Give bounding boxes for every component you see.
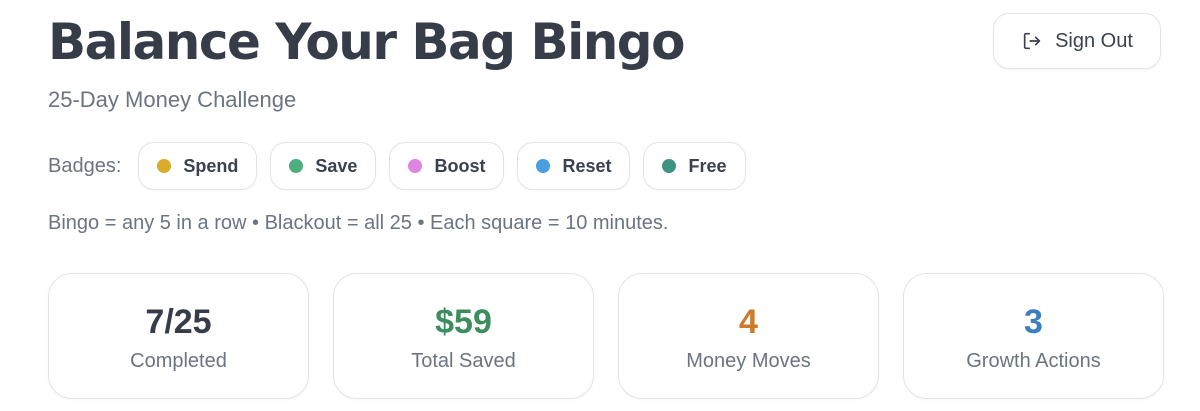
stat-card-money-moves: 4 Money Moves bbox=[618, 273, 879, 399]
badge-label: Reset bbox=[562, 155, 612, 176]
badge-label: Boost bbox=[434, 155, 486, 176]
badge-save[interactable]: Save bbox=[270, 142, 377, 190]
stat-label: Completed bbox=[130, 350, 227, 372]
stat-value: 3 bbox=[1024, 303, 1043, 341]
sign-out-button[interactable]: Sign Out bbox=[993, 13, 1161, 69]
badge-reset[interactable]: Reset bbox=[517, 142, 631, 190]
badge-list: Spend Save Boost Reset Free bbox=[138, 142, 746, 190]
stat-card-completed: 7/25 Completed bbox=[48, 273, 309, 399]
badge-spend[interactable]: Spend bbox=[138, 142, 258, 190]
stats-row: 7/25 Completed $59 Total Saved 4 Money M… bbox=[48, 273, 1164, 399]
page-title: Balance Your Bag Bingo bbox=[48, 13, 685, 71]
badge-boost[interactable]: Boost bbox=[389, 142, 505, 190]
stat-card-growth-actions: 3 Growth Actions bbox=[903, 273, 1164, 399]
stat-card-total-saved: $59 Total Saved bbox=[333, 273, 594, 399]
stat-value: 4 bbox=[739, 303, 758, 341]
page-subtitle: 25-Day Money Challenge bbox=[48, 87, 297, 112]
badge-label: Spend bbox=[183, 155, 239, 176]
badge-dot bbox=[536, 159, 551, 173]
stat-label: Total Saved bbox=[411, 350, 516, 372]
sign-out-icon bbox=[1021, 30, 1043, 52]
badge-dot bbox=[408, 159, 423, 173]
badge-dot bbox=[157, 159, 172, 173]
badges-row: Badges: Spend Save Boost Reset Free bbox=[48, 141, 746, 191]
badge-free[interactable]: Free bbox=[643, 142, 746, 190]
sign-out-label: Sign Out bbox=[1055, 29, 1133, 52]
badge-dot bbox=[662, 159, 677, 173]
badges-label: Badges: bbox=[48, 154, 122, 177]
stat-value: $59 bbox=[435, 303, 492, 341]
badge-label: Free bbox=[688, 155, 727, 176]
stat-label: Money Moves bbox=[686, 350, 811, 372]
stat-value: 7/25 bbox=[145, 303, 212, 341]
stat-label: Growth Actions bbox=[966, 350, 1101, 372]
rules-text: Bingo = any 5 in a row • Blackout = all … bbox=[48, 212, 669, 234]
badge-label: Save bbox=[315, 155, 358, 176]
badge-dot bbox=[289, 159, 304, 173]
